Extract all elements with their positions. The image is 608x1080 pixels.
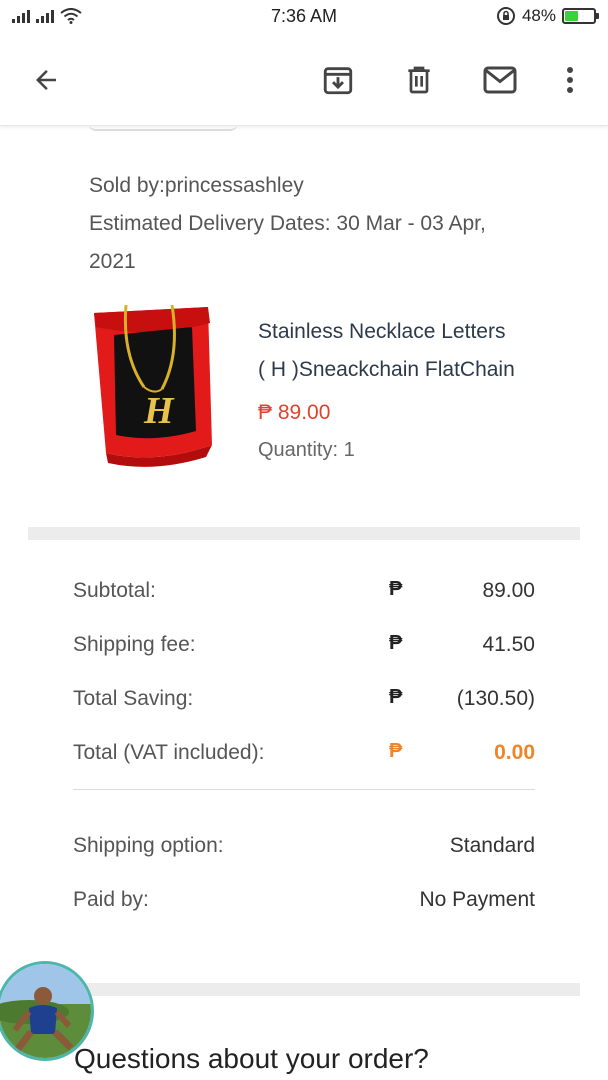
summary-total-amount: 0.00 [494, 741, 535, 764]
summary-amount: 89.00 [482, 579, 535, 602]
email-content: Sold by:princessashley Estimated Deliver… [0, 127, 608, 1080]
more-options-button[interactable] [546, 56, 594, 104]
product-info: Stainless Necklace Letters ( H )Sneackch… [258, 313, 568, 462]
currency-symbol: ₱ [389, 686, 403, 708]
mail-icon [483, 66, 517, 94]
delivery-dates-line2: 2021 [89, 250, 136, 273]
paid-by-value: No Payment [419, 888, 535, 911]
product-name-line1[interactable]: Stainless Necklace Letters [258, 313, 568, 351]
currency-symbol: ₱ [389, 740, 403, 762]
summary-amount: (130.50) [456, 687, 535, 710]
paid-by-row: Paid by: No Payment [73, 875, 535, 929]
section-divider [28, 527, 580, 540]
decorative-divider [88, 127, 238, 131]
back-button[interactable] [22, 56, 70, 104]
summary-label: Total Saving: [73, 687, 194, 710]
shipping-option-row: Shipping option: Standard [73, 821, 535, 875]
summary-row-total-saving: Total Saving: ₱ (130.50) [73, 674, 535, 728]
product-price: ₱ 89.00 [258, 401, 331, 424]
shipping-option-label: Shipping option: [73, 834, 224, 857]
summary-amount: 41.50 [482, 633, 535, 656]
trash-icon [408, 66, 430, 94]
product-name-line2[interactable]: ( H )Sneackchain FlatChain [258, 351, 568, 389]
svg-text:H: H [143, 390, 175, 432]
app-bar [0, 32, 608, 126]
battery-icon [562, 8, 599, 24]
shipping-option-value: Standard [449, 834, 535, 857]
currency-symbol: ₱ [389, 578, 403, 600]
delete-button[interactable] [395, 56, 443, 104]
summary-label: Total (VAT included): [73, 741, 265, 764]
more-vert-icon [567, 67, 573, 93]
status-bar: 7:36 AM 48% [0, 0, 608, 32]
summary-label: Shipping fee: [73, 633, 196, 656]
summary-row-total: Total (VAT included): ₱ 0.00 [73, 728, 535, 782]
summary-row-subtotal: Subtotal: ₱ 89.00 [73, 566, 535, 620]
delivery-dates-line1: Estimated Delivery Dates: 30 Mar - 03 Ap… [89, 212, 486, 235]
seller-info: Sold by:princessashley Estimated Deliver… [89, 167, 559, 281]
product-image[interactable]: H [84, 304, 240, 475]
clock: 7:36 AM [270, 6, 338, 26]
mark-unread-button[interactable] [476, 56, 524, 104]
arrow-left-icon [36, 70, 56, 90]
summary-row-shipping-fee: Shipping fee: ₱ 41.50 [73, 620, 535, 674]
section-divider [28, 983, 580, 996]
questions-heading: Questions about your order? [74, 1043, 429, 1074]
battery-level [565, 11, 579, 21]
order-options: Shipping option: Standard Paid by: No Pa… [73, 821, 535, 929]
currency-symbol: ₱ [389, 632, 403, 654]
paid-by-label: Paid by: [73, 888, 149, 911]
archive-button[interactable] [314, 56, 362, 104]
summary-label: Subtotal: [73, 579, 156, 602]
product-quantity: Quantity: 1 [258, 439, 355, 461]
order-summary: Subtotal: ₱ 89.00 Shipping fee: ₱ 41.50 … [73, 566, 535, 782]
sold-by: Sold by:princessashley [89, 174, 304, 197]
summary-divider [73, 789, 535, 790]
archive-icon [323, 67, 353, 95]
